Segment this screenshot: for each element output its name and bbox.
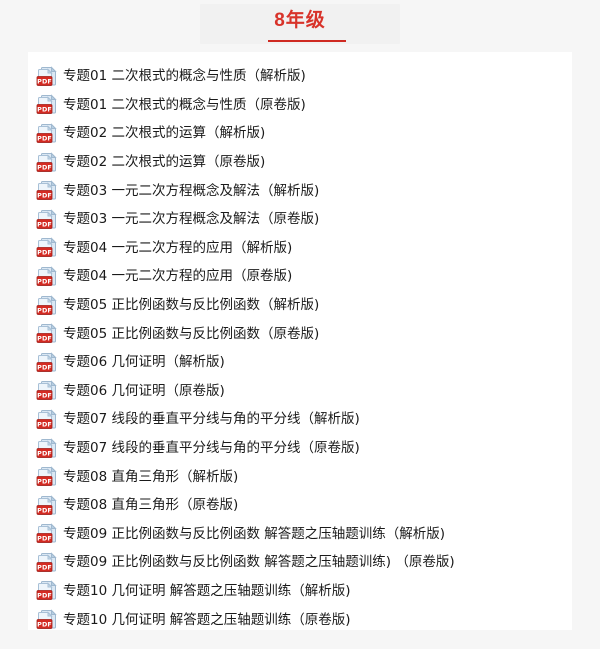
list-item[interactable]: PDF 专题02 二次根式的运算（原卷版): [28, 148, 572, 177]
pdf-file-icon: PDF: [36, 266, 58, 287]
pdf-file-icon: PDF: [36, 209, 58, 230]
svg-text:PDF: PDF: [37, 563, 52, 571]
pdf-file-icon: PDF: [36, 609, 58, 630]
pdf-file-icon: PDF: [36, 580, 58, 601]
svg-text:PDF: PDF: [37, 420, 52, 428]
list-item[interactable]: PDF 专题07 线段的垂直平分线与角的平分线（解析版): [28, 405, 572, 434]
list-item[interactable]: PDF 专题03 一元二次方程概念及解法（原卷版): [28, 205, 572, 234]
svg-text:PDF: PDF: [37, 363, 52, 371]
list-item-label: 专题06 几何证明（解析版): [63, 354, 225, 371]
list-item-label: 专题03 一元二次方程概念及解法（原卷版): [63, 211, 320, 228]
list-item[interactable]: PDF 专题06 几何证明（原卷版): [28, 377, 572, 406]
svg-text:PDF: PDF: [37, 163, 52, 171]
pdf-file-icon: PDF: [36, 151, 58, 173]
pdf-file-icon: PDF: [36, 123, 58, 144]
list-item[interactable]: PDF 专题01 二次根式的概念与性质（原卷版): [28, 91, 572, 120]
pdf-file-icon: PDF: [36, 94, 58, 115]
pdf-file-icon: PDF: [36, 352, 58, 373]
page-root: 8年级 PDF 专题01 二次根式的概念与性质（解析版) PDF 专题01 二次…: [0, 0, 600, 649]
svg-text:PDF: PDF: [37, 134, 52, 142]
list-item[interactable]: PDF 专题04 一元二次方程的应用（解析版): [28, 234, 572, 263]
svg-text:PDF: PDF: [37, 277, 52, 285]
list-item[interactable]: PDF 专题05 正比例函数与反比例函数（原卷版): [28, 319, 572, 348]
list-item[interactable]: PDF 专题01 二次根式的概念与性质（解析版): [28, 62, 572, 91]
title-underline: [268, 40, 346, 42]
list-item-label: 专题04 一元二次方程的应用（解析版): [63, 239, 293, 256]
document-list: PDF 专题01 二次根式的概念与性质（解析版) PDF 专题01 二次根式的概…: [28, 62, 572, 634]
list-item-label: 专题01 二次根式的概念与性质（解析版): [63, 68, 306, 85]
pdf-file-icon: PDF: [36, 323, 58, 344]
pdf-file-icon: PDF: [36, 523, 58, 544]
list-item[interactable]: PDF 专题05 正比例函数与反比例函数（解析版): [28, 291, 572, 320]
list-item-label: 专题09 正比例函数与反比例函数 解答题之压轴题训练) （原卷版): [63, 554, 455, 571]
svg-text:PDF: PDF: [37, 335, 52, 343]
svg-text:PDF: PDF: [37, 592, 52, 600]
list-item-label: 专题07 线段的垂直平分线与角的平分线（解析版): [63, 411, 360, 428]
pdf-file-icon: PDF: [36, 294, 58, 316]
svg-text:PDF: PDF: [37, 106, 52, 114]
pdf-file-icon: PDF: [36, 437, 58, 459]
svg-text:PDF: PDF: [37, 392, 52, 400]
list-item-label: 专题05 正比例函数与反比例函数（解析版): [63, 297, 320, 314]
svg-text:PDF: PDF: [37, 449, 52, 457]
list-item-label: 专题08 直角三角形（原卷版): [63, 497, 239, 514]
list-item[interactable]: PDF 专题07 线段的垂直平分线与角的平分线（原卷版): [28, 434, 572, 463]
list-item-label: 专题09 正比例函数与反比例函数 解答题之压轴题训练（解析版): [63, 525, 446, 542]
svg-text:PDF: PDF: [37, 192, 52, 200]
pdf-file-icon: PDF: [36, 409, 58, 430]
list-item[interactable]: PDF 专题10 几何证明 解答题之压轴题训练（解析版): [28, 577, 572, 606]
svg-text:PDF: PDF: [37, 620, 52, 628]
list-item-label: 专题10 几何证明 解答题之压轴题训练（原卷版): [63, 611, 351, 628]
svg-text:PDF: PDF: [37, 535, 52, 543]
list-item[interactable]: PDF 专题03 一元二次方程概念及解法（解析版): [28, 176, 572, 205]
list-item[interactable]: PDF 专题08 直角三角形（原卷版): [28, 491, 572, 520]
list-item[interactable]: PDF 专题09 正比例函数与反比例函数 解答题之压轴题训练) （原卷版): [28, 548, 572, 577]
list-item-label: 专题07 线段的垂直平分线与角的平分线（原卷版): [63, 440, 360, 457]
pdf-file-icon: PDF: [36, 494, 58, 516]
list-item-label: 专题01 二次根式的概念与性质（原卷版): [63, 96, 306, 113]
pdf-file-icon: PDF: [36, 380, 58, 401]
list-item-label: 专题05 正比例函数与反比例函数（原卷版): [63, 325, 320, 342]
list-item-label: 专题06 几何证明（原卷版): [63, 382, 225, 399]
list-item-label: 专题02 二次根式的运算（原卷版): [63, 154, 266, 171]
list-item-label: 专题03 一元二次方程概念及解法（解析版): [63, 182, 320, 199]
pdf-file-icon: PDF: [36, 466, 58, 487]
svg-text:PDF: PDF: [37, 77, 52, 85]
list-item-label: 专题10 几何证明 解答题之压轴题训练（解析版): [63, 582, 351, 599]
list-item[interactable]: PDF 专题04 一元二次方程的应用（原卷版): [28, 262, 572, 291]
title-banner: 8年级: [0, 0, 600, 52]
svg-text:PDF: PDF: [37, 220, 52, 228]
document-list-card: PDF 专题01 二次根式的概念与性质（解析版) PDF 专题01 二次根式的概…: [28, 52, 572, 630]
svg-text:PDF: PDF: [37, 506, 52, 514]
list-item[interactable]: PDF 专题08 直角三角形（解析版): [28, 462, 572, 491]
svg-text:PDF: PDF: [37, 249, 52, 257]
list-item-label: 专题04 一元二次方程的应用（原卷版): [63, 268, 293, 285]
list-item-label: 专题02 二次根式的运算（解析版): [63, 125, 266, 142]
svg-text:PDF: PDF: [37, 478, 52, 486]
page-title: 8年级: [274, 10, 326, 31]
list-item[interactable]: PDF 专题10 几何证明 解答题之压轴题训练（原卷版): [28, 605, 572, 634]
pdf-file-icon: PDF: [36, 237, 58, 258]
svg-text:PDF: PDF: [37, 306, 52, 314]
list-item[interactable]: PDF 专题02 二次根式的运算（解析版): [28, 119, 572, 148]
list-item[interactable]: PDF 专题09 正比例函数与反比例函数 解答题之压轴题训练（解析版): [28, 520, 572, 549]
list-item-label: 专题08 直角三角形（解析版): [63, 468, 239, 485]
pdf-file-icon: PDF: [36, 66, 58, 87]
pdf-file-icon: PDF: [36, 180, 58, 201]
list-item[interactable]: PDF 专题06 几何证明（解析版): [28, 348, 572, 377]
pdf-file-icon: PDF: [36, 552, 58, 573]
